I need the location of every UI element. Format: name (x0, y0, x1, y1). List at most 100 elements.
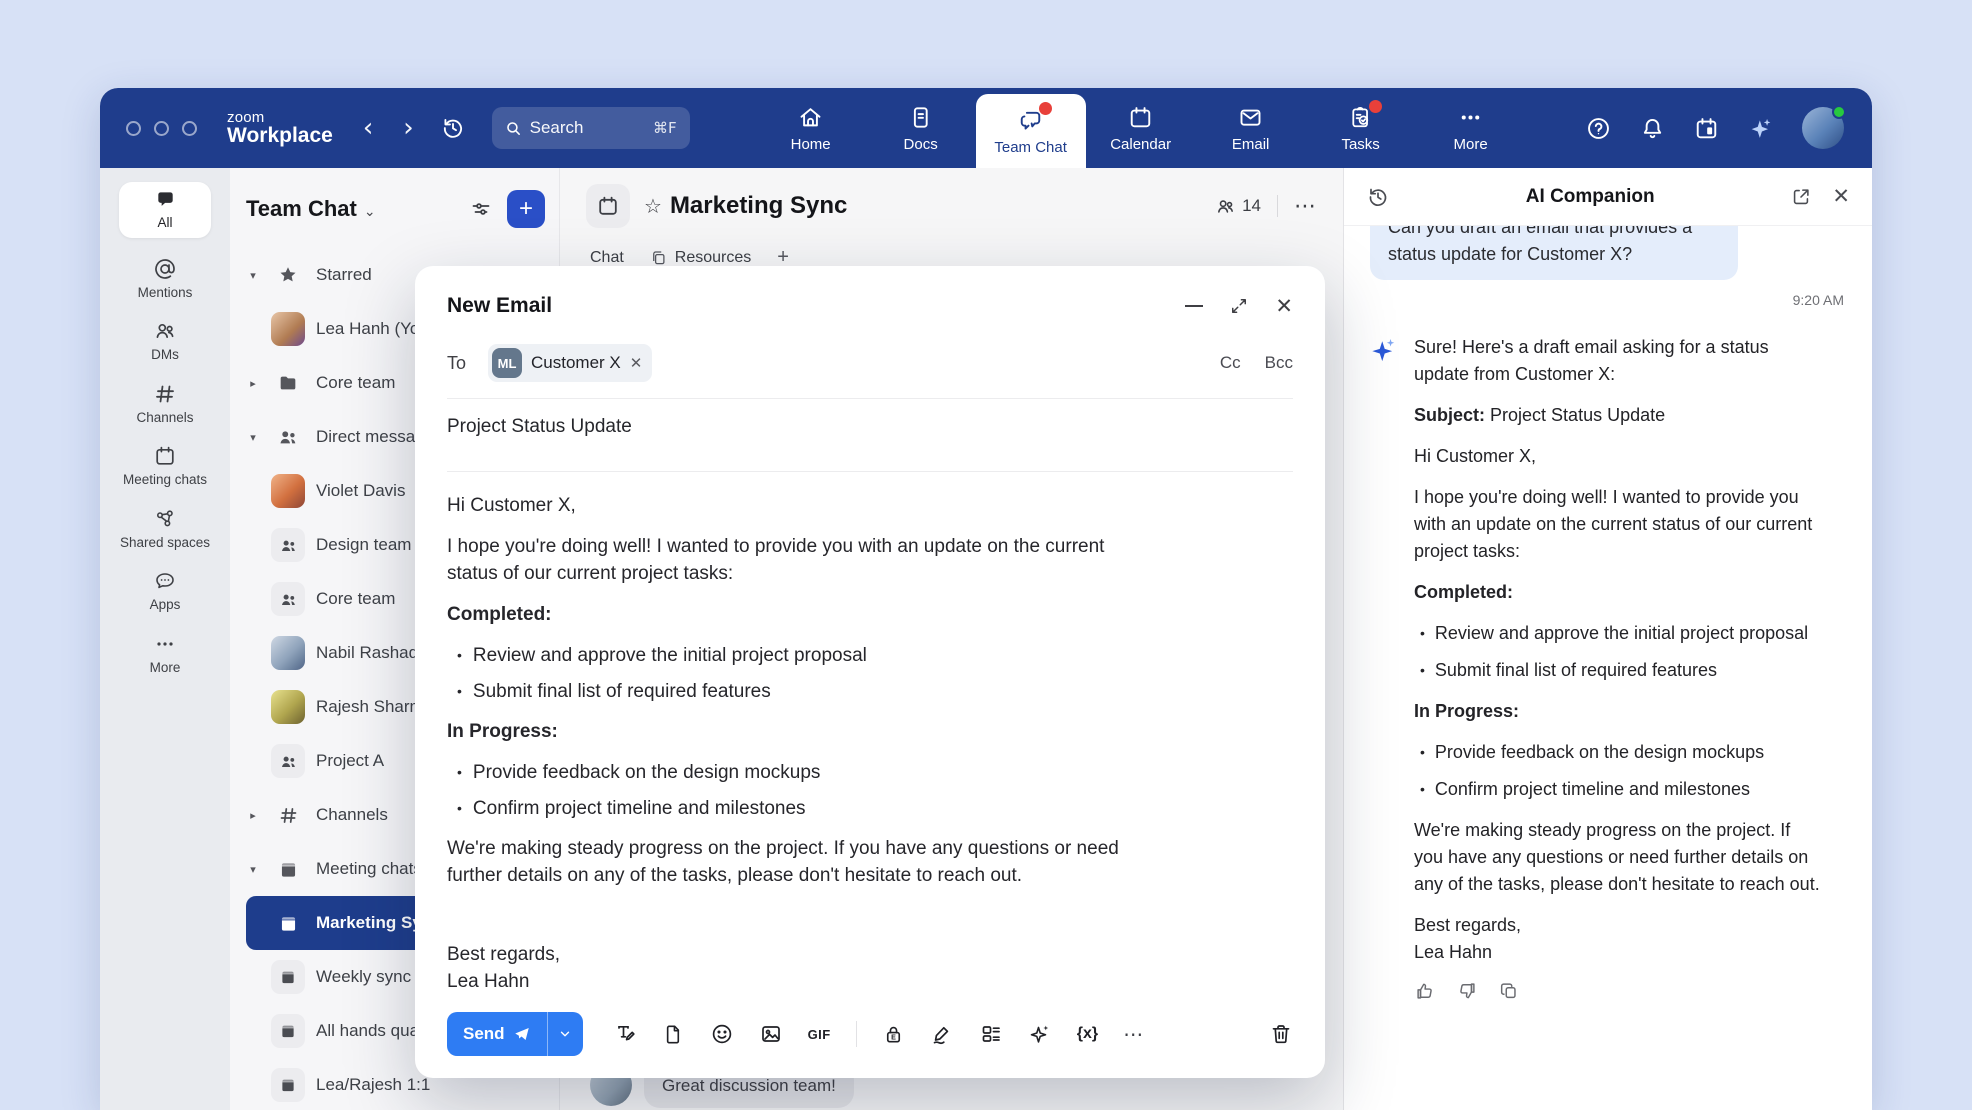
sidebar-item-label: Nabil Rashad (316, 643, 418, 663)
template-icon[interactable] (979, 1022, 1003, 1046)
remove-recipient-icon[interactable]: ✕ (630, 354, 643, 372)
toolbar-more-icon[interactable]: ⋯ (1123, 1022, 1144, 1046)
emoji-icon[interactable] (710, 1022, 734, 1046)
sidebar-item-label: Meeting chats (316, 859, 422, 879)
search-input[interactable]: Search ⌘F (492, 107, 690, 149)
nav-home-label: Home (791, 136, 831, 153)
thumbs-up-icon[interactable] (1414, 980, 1436, 1002)
sidebar-item-label: Design team (316, 535, 411, 555)
notifications-bell-icon[interactable] (1639, 115, 1666, 142)
upcoming-calendar-icon[interactable] (1693, 115, 1720, 142)
bullet: • (1420, 657, 1425, 684)
ai-close-icon[interactable]: ✕ (1832, 186, 1850, 207)
rail-item-apps[interactable]: Apps (150, 569, 181, 613)
email-icon (1237, 104, 1264, 131)
caret-down-icon[interactable]: ▾ (246, 863, 260, 876)
cc-button[interactable]: Cc (1220, 353, 1241, 373)
tab-chat[interactable]: Chat (590, 249, 624, 267)
rail-more-icon (153, 632, 177, 656)
member-count-value: 14 (1242, 196, 1261, 216)
profile-avatar[interactable] (1802, 107, 1844, 149)
rail-item-dms[interactable]: DMs (151, 319, 179, 363)
rail-item-shared-spaces[interactable]: Shared spaces (120, 507, 210, 551)
calendar-icon (1127, 104, 1154, 131)
ai-history-icon[interactable] (1366, 185, 1390, 209)
subject-input[interactable]: Project Status Update (447, 399, 1293, 455)
mentions-at-icon (153, 257, 177, 281)
forward-icon[interactable]: › (403, 115, 413, 141)
nav-calendar[interactable]: Calendar (1086, 88, 1196, 168)
recipient-chip[interactable]: ML Customer X ✕ (488, 344, 652, 382)
nav-team-chat[interactable]: Team Chat (976, 94, 1086, 168)
sidebar-item-label: Core team (316, 373, 395, 393)
search-shortcut: ⌘F (653, 119, 677, 137)
window-minimize-button[interactable] (154, 121, 169, 136)
send-options-chevron-icon[interactable] (547, 1012, 583, 1056)
format-text-icon[interactable] (613, 1022, 637, 1046)
nav-tasks[interactable]: Tasks (1306, 88, 1416, 168)
tab-resources[interactable]: Resources (650, 249, 751, 267)
window-maximize-button[interactable] (182, 121, 197, 136)
copy-icon[interactable] (1498, 980, 1520, 1002)
rail-item-more[interactable]: More (150, 632, 181, 676)
encrypt-lock-icon[interactable]: E (882, 1023, 905, 1046)
ai-companion-sparkle-icon[interactable] (1747, 114, 1775, 142)
thumbs-down-icon[interactable] (1456, 980, 1478, 1002)
attach-file-icon[interactable] (662, 1023, 685, 1046)
nav-home[interactable]: Home (756, 88, 866, 168)
group-icon (271, 582, 305, 616)
more-icon (1457, 104, 1484, 131)
caret-down-icon[interactable]: ▾ (246, 431, 260, 444)
rail-item-all[interactable]: All (119, 182, 211, 238)
rail-item-channels[interactable]: Channels (136, 382, 193, 426)
ai-compose-sparkle-icon[interactable] (1028, 1022, 1052, 1046)
gif-icon[interactable]: GIF (808, 1027, 831, 1042)
recents-history-icon[interactable] (440, 115, 466, 141)
main-nav: Home Docs Team Chat (756, 88, 1526, 168)
nav-docs[interactable]: Docs (866, 88, 976, 168)
calendar-filled-icon (271, 960, 305, 994)
ai-panel-title: AI Companion (1390, 186, 1790, 208)
recipient-avatar: ML (492, 348, 522, 378)
code-variable-icon[interactable]: {x} (1077, 1025, 1098, 1043)
close-icon[interactable]: ✕ (1275, 296, 1293, 317)
sidebar-title[interactable]: Team Chat⌄ (246, 196, 376, 222)
channel-tabs: Chat Resources + (560, 228, 1343, 269)
caret-down-icon[interactable]: ▾ (246, 269, 260, 282)
ai-sparkle-icon (1370, 336, 1398, 1002)
sidebar-title-chevron-icon: ⌄ (364, 204, 376, 220)
new-email-modal: New Email ✕ To ML Customer X ✕ Cc Bcc (415, 266, 1325, 1078)
signature-pen-icon[interactable] (930, 1022, 954, 1046)
expand-icon[interactable] (1229, 296, 1249, 316)
member-count[interactable]: 14 (1215, 196, 1261, 217)
insert-image-icon[interactable] (759, 1022, 783, 1046)
email-modal-title: New Email (447, 294, 552, 318)
star-channel-icon[interactable]: ☆ (644, 194, 662, 218)
email-body-editor[interactable]: Hi Customer X, I hope you're doing well!… (447, 472, 1157, 995)
send-button[interactable]: Send (447, 1012, 583, 1056)
filter-icon[interactable] (469, 197, 493, 221)
ai-open-in-new-icon[interactable] (1790, 186, 1812, 208)
help-icon[interactable] (1585, 115, 1612, 142)
caret-right-icon[interactable]: ▸ (246, 377, 260, 390)
sidebar-item-label: Core team (316, 589, 395, 609)
rail-item-mentions[interactable]: Mentions (138, 257, 193, 301)
rail-item-meeting-chats[interactable]: Meeting chats (123, 444, 207, 488)
channel-title: Marketing Sync (670, 192, 847, 220)
ai-response-actions (1414, 980, 1822, 1002)
home-icon (797, 104, 824, 131)
caret-right-icon[interactable]: ▸ (246, 809, 260, 822)
bullet: • (457, 642, 462, 669)
minimize-icon[interactable] (1185, 305, 1203, 307)
bcc-button[interactable]: Bcc (1265, 353, 1293, 373)
rail-dms-label: DMs (151, 347, 179, 363)
window-close-button[interactable] (126, 121, 141, 136)
new-chat-plus-button[interactable]: + (507, 190, 545, 228)
nav-docs-label: Docs (904, 136, 938, 153)
members-icon (1215, 196, 1236, 217)
channel-more-icon[interactable]: ⋯ (1294, 194, 1317, 219)
nav-email[interactable]: Email (1196, 88, 1306, 168)
nav-more[interactable]: More (1416, 88, 1526, 168)
discard-trash-icon[interactable] (1269, 1022, 1293, 1046)
back-icon[interactable]: ‹ (363, 115, 373, 141)
